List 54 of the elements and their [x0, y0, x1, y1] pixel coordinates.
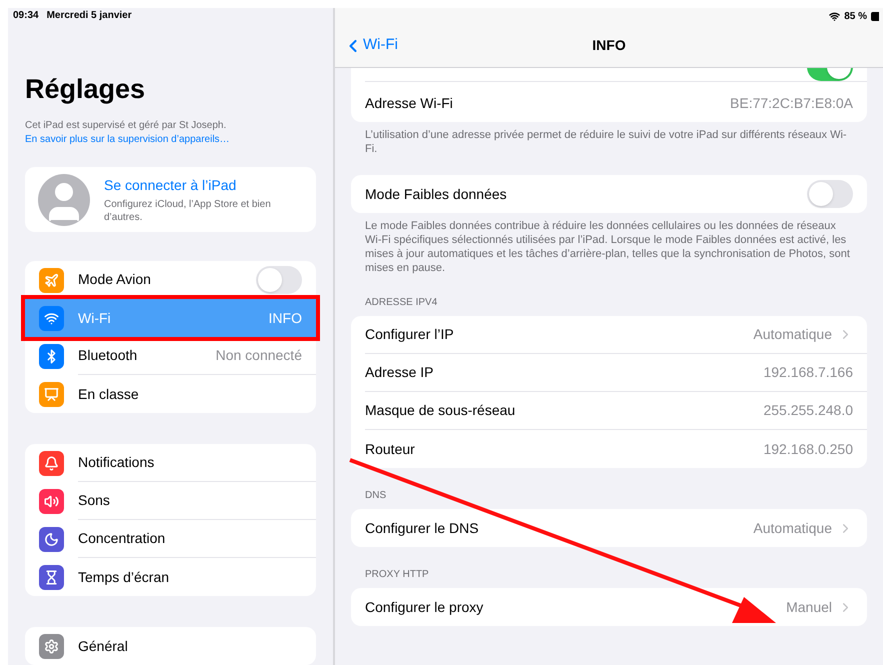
item-label: Concentration	[78, 529, 166, 548]
account-title: Se connecter à l’iPad	[104, 176, 238, 195]
row-value: 255.255.248.0	[763, 401, 853, 420]
settings-item[interactable]: Général	[25, 627, 316, 665]
item-value: INFO	[268, 308, 302, 328]
settings-item[interactable]: Bluetooth Non connecté	[25, 337, 316, 375]
toggle-switch[interactable]	[256, 266, 302, 294]
row-label: Adresse IP	[365, 363, 434, 382]
settings-item[interactable]: Notifications	[25, 444, 316, 482]
section-footer: L’utilisation d’une adresse privée permet de réduire le suivi de votre iPad sur différents réseaux Wi-Fi.	[351, 128, 867, 156]
battery-level: 85 %	[844, 10, 867, 24]
row-label: Adresse Wi-Fi	[365, 94, 454, 112]
settings-item[interactable]: Concentration	[25, 520, 316, 558]
item-label: Bluetooth	[78, 346, 138, 365]
row-value: BE:77:2C:B7:E8:0A	[730, 94, 853, 112]
supervision-note: Cet iPad est supervisé et géré par St Joseph. En savoir plus sur la supervision d’appareils…	[25, 119, 231, 147]
row-label: Mode Faibles données	[365, 184, 508, 204]
row-value: Automatique	[753, 325, 832, 344]
status-date: Mercredi 5 janvier	[46, 9, 132, 23]
settings-item[interactable]: En classe	[25, 375, 316, 413]
row-label: Configurer l’IP	[365, 325, 455, 344]
item-label: Wi-Fi	[78, 308, 112, 328]
row-value: Automatique	[753, 518, 832, 538]
account-card[interactable]: Se connecter à l’iPad Configurez iCloud, l’App Store et bien d’autres.	[25, 167, 316, 232]
item-label: Mode Avion	[78, 270, 152, 289]
item-label: Temps d’écran	[78, 568, 170, 587]
section-header: PROXY HTTP	[364, 568, 430, 582]
item-value: Non connecté	[216, 346, 302, 365]
item-label: Sons	[78, 491, 111, 510]
toggle-switch[interactable]	[807, 180, 853, 208]
status-time: 09:34	[13, 9, 39, 23]
item-label: Général	[78, 636, 129, 656]
settings-item[interactable]: Sons	[25, 482, 316, 520]
row-label: Configurer le DNS	[365, 518, 480, 538]
row-label: Masque de sous-réseau	[365, 401, 516, 420]
section-header: DNS	[364, 489, 388, 503]
avatar-icon	[38, 174, 90, 226]
page-title: INFO	[592, 36, 626, 55]
account-subtitle: Configurez iCloud, l’App Store et bien d’autres.	[104, 198, 272, 224]
battery-icon	[871, 12, 879, 20]
supervision-link[interactable]: En savoir plus sur la supervision d’appareils…	[25, 134, 230, 145]
back-button[interactable]: Wi-Fi	[343, 34, 398, 57]
row-label: Routeur	[365, 440, 416, 458]
row-value: Manuel	[786, 598, 832, 616]
row-label: Configurer le proxy	[365, 598, 484, 617]
section-header: ADRESSE IPV4	[364, 296, 438, 310]
settings-item[interactable]: Temps d’écran	[25, 558, 316, 596]
settings-title: Réglages	[25, 73, 146, 106]
row-value: 192.168.0.250	[763, 440, 853, 458]
row-value: 192.168.7.166	[763, 363, 853, 382]
item-label: Notifications	[78, 453, 156, 472]
wifi-signal-icon	[829, 10, 840, 22]
item-label: En classe	[78, 384, 140, 404]
section-footer: Le mode Faibles données contribue à réduire les données cellulaires ou les données de réseaux Wi-Fi spécifiques sélectionnés utilisées par l’iPad. Lorsque le mode Faibles données est activé, les mises à jour automatiques et les tâches d’arrière-plan, telles que la synchronisation de Photos, sont mises en pause.	[351, 219, 867, 275]
